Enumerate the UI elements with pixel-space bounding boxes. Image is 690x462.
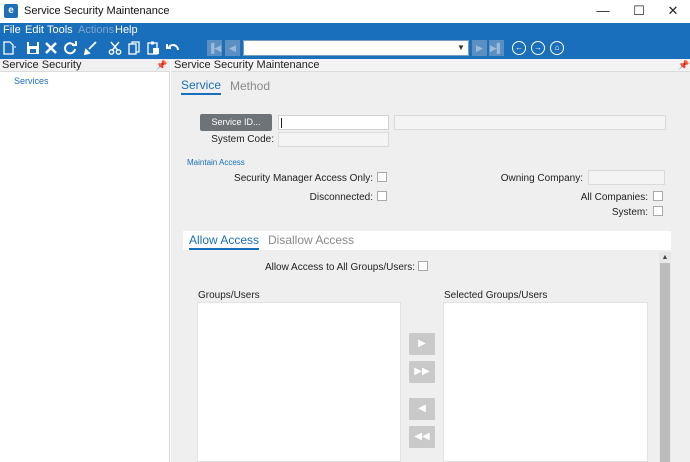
main-panel-title: Service Security Maintenance	[174, 59, 320, 71]
tab-service[interactable]: Service	[181, 78, 222, 95]
toolbar: ▐◀ ◀ ▼ ▶ ▶▌ ← → ⌂	[0, 38, 690, 59]
record-navigator-combo[interactable]: ▼	[243, 40, 469, 56]
tree-item-services[interactable]: Services	[14, 76, 49, 86]
menu-tools[interactable]: Tools	[47, 24, 73, 37]
close-button[interactable]: ✕	[656, 0, 690, 22]
system-code-label: System Code:	[211, 134, 274, 145]
access-tabs-bar: Allow Access Disallow Access	[183, 231, 671, 250]
service-description-field	[394, 115, 666, 130]
allow-all-label: Allow Access to All Groups/Users:	[264, 262, 415, 273]
all-companies-label: All Companies:	[580, 192, 648, 203]
previous-icon[interactable]: ◀	[225, 40, 240, 56]
scroll-up-icon[interactable]: ▲	[659, 252, 671, 263]
cut-icon[interactable]	[107, 40, 123, 56]
forward-icon[interactable]: →	[531, 41, 545, 55]
last-icon[interactable]: ▶▌	[489, 40, 504, 56]
owning-company-field	[588, 170, 665, 185]
main-panel-header: Service Security Maintenance 📌	[171, 59, 690, 72]
groups-users-label: Groups/Users	[198, 290, 260, 301]
system-label: System:	[611, 207, 648, 218]
menu-bar: File Edit Tools Actions Help	[0, 23, 690, 38]
tab-allow-access[interactable]: Allow Access	[189, 233, 260, 250]
chevron-down-icon[interactable]: ▼	[455, 42, 467, 54]
save-icon[interactable]	[25, 40, 41, 56]
all-companies-checkbox[interactable]	[653, 191, 663, 201]
next-icon[interactable]: ▶	[472, 40, 487, 56]
selected-groups-list[interactable]	[443, 302, 648, 462]
owning-company-label: Owning Company:	[500, 173, 583, 184]
tab-method[interactable]: Method	[230, 79, 270, 93]
allow-all-checkbox[interactable]	[418, 261, 428, 271]
menu-edit[interactable]: Edit	[25, 24, 44, 37]
remove-all-button[interactable]: ◀◀	[409, 426, 435, 448]
home-icon[interactable]: ⌂	[550, 41, 564, 55]
maximize-button[interactable]: ☐	[622, 0, 656, 22]
clear-icon[interactable]	[82, 40, 98, 56]
back-icon[interactable]: ←	[512, 41, 526, 55]
menu-help[interactable]: Help	[115, 24, 138, 37]
new-icon[interactable]	[1, 40, 17, 56]
app-logo-icon: e	[4, 4, 18, 18]
system-code-field	[278, 132, 389, 147]
disconnected-label: Disconnected:	[309, 192, 373, 203]
undo-icon[interactable]	[165, 40, 181, 56]
tree-panel: Service Security 📌 Services	[0, 59, 170, 462]
first-icon[interactable]: ▐◀	[207, 40, 222, 56]
scroll-thumb[interactable]	[660, 263, 670, 462]
security-manager-checkbox[interactable]	[377, 172, 387, 182]
main-panel: Service Security Maintenance 📌 Service M…	[171, 59, 690, 462]
add-selected-button[interactable]: ▶	[409, 333, 435, 355]
menu-file[interactable]: File	[3, 24, 21, 37]
service-id-button[interactable]: Service ID...	[200, 114, 272, 131]
add-all-button[interactable]: ▶▶	[409, 361, 435, 383]
refresh-icon[interactable]	[62, 40, 78, 56]
paste-icon[interactable]	[145, 40, 161, 56]
selected-groups-label: Selected Groups/Users	[444, 290, 548, 301]
tree-panel-header: Service Security 📌	[0, 59, 170, 72]
maintain-access-label: Maintain Access	[187, 158, 245, 167]
window-title: Service Security Maintenance	[24, 5, 170, 17]
minimize-button[interactable]: —	[586, 0, 620, 22]
delete-icon[interactable]	[43, 40, 59, 56]
security-manager-label: Security Manager Access Only:	[234, 173, 373, 184]
copy-icon[interactable]	[126, 40, 142, 56]
pin-icon[interactable]: 📌	[678, 59, 689, 72]
menu-actions[interactable]: Actions	[78, 24, 114, 37]
tab-disallow-access[interactable]: Disallow Access	[268, 233, 354, 247]
text-cursor	[281, 118, 282, 128]
system-checkbox[interactable]	[653, 206, 663, 216]
disconnected-checkbox[interactable]	[377, 191, 387, 201]
service-id-input[interactable]	[278, 115, 389, 130]
tree-panel-title: Service Security	[2, 59, 82, 71]
pin-icon[interactable]: 📌	[156, 59, 167, 72]
vertical-scrollbar[interactable]: ▲	[659, 252, 671, 462]
remove-selected-button[interactable]: ◀	[409, 398, 435, 420]
title-bar: e Service Security Maintenance — ☐ ✕	[0, 0, 690, 23]
groups-users-list[interactable]	[197, 302, 401, 462]
